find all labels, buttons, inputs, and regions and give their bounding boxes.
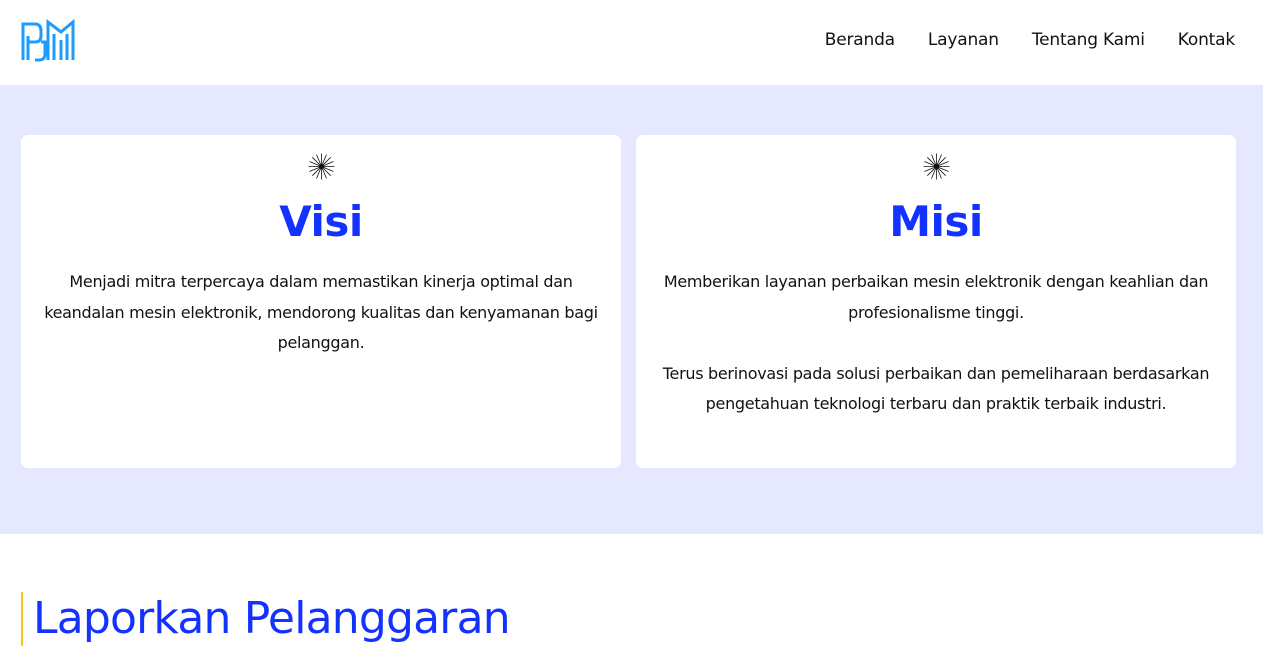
sunburst-icon xyxy=(308,153,335,180)
misi-text: Memberikan layanan perbaikan mesin elekt… xyxy=(654,267,1218,420)
visi-title: Visi xyxy=(279,197,363,246)
nav-beranda[interactable]: Beranda xyxy=(825,29,895,51)
misi-card: Misi Memberikan layanan perbaikan mesin … xyxy=(636,135,1236,468)
misi-paragraph: Memberikan layanan perbaikan mesin elekt… xyxy=(663,272,1209,322)
misi-title: Misi xyxy=(889,197,983,246)
visi-card: Visi Menjadi mitra terpercaya dalam mema… xyxy=(21,135,621,468)
sunburst-icon xyxy=(923,153,950,180)
report-title: Laporkan Pelanggaran xyxy=(33,593,511,644)
nav-kontak[interactable]: Kontak xyxy=(1178,29,1235,51)
nav-tentang-kami[interactable]: Tentang Kami xyxy=(1032,29,1145,51)
report-section: Laporkan Pelanggaran xyxy=(21,592,511,646)
nav-layanan[interactable]: Layanan xyxy=(928,29,999,51)
visi-paragraph: Menjadi mitra terpercaya dalam memastika… xyxy=(44,272,598,352)
site-header: Beranda Layanan Tentang Kami Kontak xyxy=(0,0,1263,85)
pjm-logo-icon[interactable] xyxy=(21,18,75,63)
pjm-logo-graphic xyxy=(21,18,75,62)
visi-text: Menjadi mitra terpercaya dalam memastika… xyxy=(39,267,603,359)
main-nav: Beranda Layanan Tentang Kami Kontak xyxy=(825,29,1235,51)
misi-paragraph: Terus berinovasi pada solusi perbaikan d… xyxy=(662,363,1210,414)
